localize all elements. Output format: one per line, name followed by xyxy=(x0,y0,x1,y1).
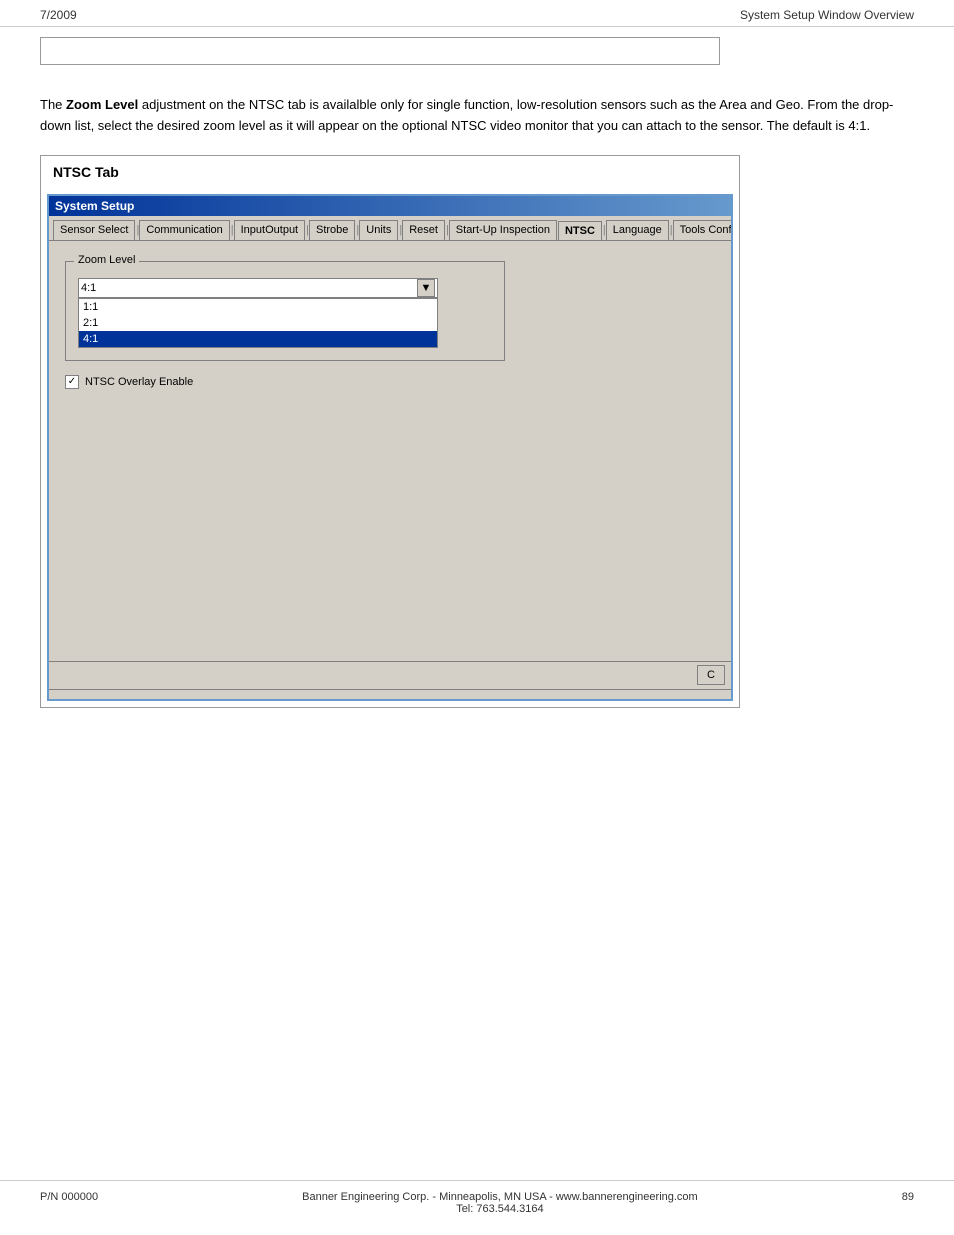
zoom-option-2-1[interactable]: 2:1 xyxy=(79,315,437,331)
description-paragraph: The Zoom Level adjustment on the NTSC ta… xyxy=(40,95,914,137)
footer-center: Banner Engineering Corp. - Minneapolis, … xyxy=(302,1191,698,1215)
zoom-selected-value: 4:1 xyxy=(81,282,96,294)
zoom-option-1-1[interactable]: 1:1 xyxy=(79,299,437,315)
tabs-row: Sensor Select | Communication | InputOut… xyxy=(49,216,731,241)
tab-communication[interactable]: Communication xyxy=(139,220,229,240)
top-input-area xyxy=(0,27,954,75)
zoom-dropdown[interactable]: 4:1 ▼ xyxy=(78,278,438,298)
footer-page-number: 89 xyxy=(902,1191,914,1203)
top-input-bar[interactable] xyxy=(40,37,720,65)
zoom-dropdown-row: 4:1 ▼ xyxy=(78,278,492,298)
ok-button-label: C xyxy=(707,669,715,681)
desc-bold: Zoom Level xyxy=(66,97,138,112)
zoom-option-4-1[interactable]: 4:1 xyxy=(79,331,437,347)
checkbox-checkmark: ✓ xyxy=(68,377,76,387)
tab-strobe[interactable]: Strobe xyxy=(309,220,355,240)
tab-reset[interactable]: Reset xyxy=(402,220,445,240)
ntsc-overlay-row: ✓ NTSC Overlay Enable xyxy=(65,375,715,389)
ntsc-tab-content: Zoom Level 4:1 ▼ 1:1 2:1 xyxy=(49,241,731,661)
tab-language[interactable]: Language xyxy=(606,220,669,240)
ntsc-tab-title: NTSC Tab xyxy=(41,156,739,188)
system-setup-titlebar: System Setup xyxy=(49,196,731,216)
system-setup-window: System Setup Sensor Select | Communicati… xyxy=(47,194,733,701)
zoom-level-group: Zoom Level 4:1 ▼ 1:1 2:1 xyxy=(65,261,505,361)
window-bottom-strip xyxy=(49,689,731,699)
ok-button[interactable]: C xyxy=(697,665,725,685)
zoom-level-label: Zoom Level xyxy=(74,254,139,266)
page-header: 7/2009 System Setup Window Overview xyxy=(0,0,954,27)
desc-part2: adjustment on the NTSC tab is availalble… xyxy=(40,97,893,133)
tab-sensor-select[interactable]: Sensor Select xyxy=(53,220,135,240)
main-content: The Zoom Level adjustment on the NTSC ta… xyxy=(0,75,954,718)
tab-startup[interactable]: Start-Up Inspection xyxy=(449,220,557,240)
ntsc-tab-box: NTSC Tab System Setup Sensor Select | Co… xyxy=(40,155,740,708)
ntsc-overlay-checkbox[interactable]: ✓ xyxy=(65,375,79,389)
header-title: System Setup Window Overview xyxy=(740,8,914,22)
zoom-dropdown-arrow[interactable]: ▼ xyxy=(417,279,435,297)
page-footer: P/N 000000 Banner Engineering Corp. - Mi… xyxy=(0,1180,954,1215)
ntsc-overlay-label: NTSC Overlay Enable xyxy=(85,376,193,388)
zoom-dropdown-list: 1:1 2:1 4:1 xyxy=(78,298,438,348)
dropdown-arrow-icon: ▼ xyxy=(421,282,432,294)
tab-inputoutput[interactable]: InputOutput xyxy=(234,220,306,240)
window-bottom-bar: C xyxy=(49,661,731,689)
header-date: 7/2009 xyxy=(40,8,77,22)
footer-part-number: P/N 000000 xyxy=(40,1191,98,1203)
tab-ntsc[interactable]: NTSC xyxy=(558,221,602,241)
footer-company: Banner Engineering Corp. - Minneapolis, … xyxy=(302,1191,698,1203)
tab-tools[interactable]: Tools Configura... xyxy=(673,220,731,240)
desc-part1: The xyxy=(40,97,66,112)
tab-units[interactable]: Units xyxy=(359,220,398,240)
footer-tel: Tel: 763.544.3164 xyxy=(302,1203,698,1215)
